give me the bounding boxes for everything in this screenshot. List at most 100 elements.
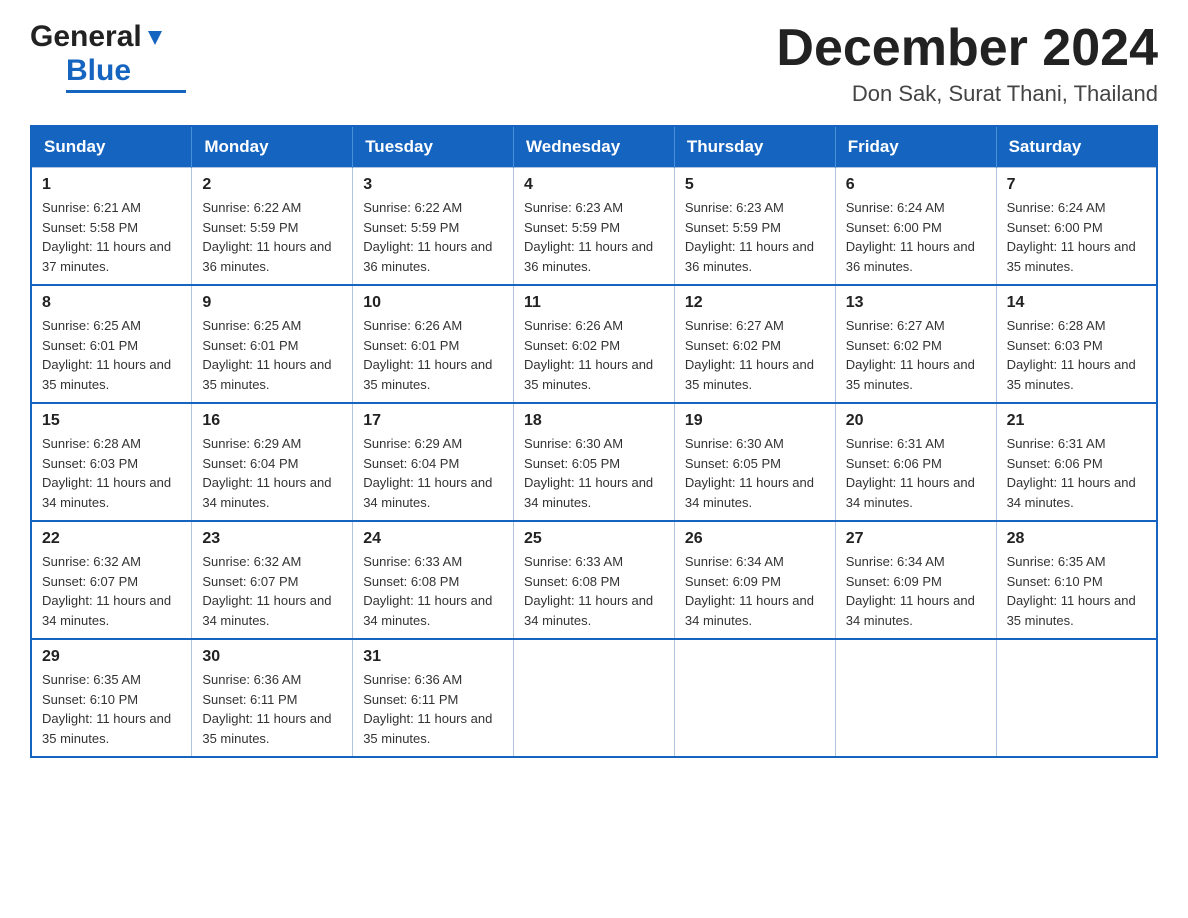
day-info: Sunrise: 6:30 AM Sunset: 6:05 PM Dayligh… bbox=[524, 434, 664, 512]
day-info: Sunrise: 6:29 AM Sunset: 6:04 PM Dayligh… bbox=[202, 434, 342, 512]
calendar-cell: 12 Sunrise: 6:27 AM Sunset: 6:02 PM Dayl… bbox=[674, 285, 835, 403]
day-info: Sunrise: 6:25 AM Sunset: 6:01 PM Dayligh… bbox=[202, 316, 342, 394]
calendar-cell: 24 Sunrise: 6:33 AM Sunset: 6:08 PM Dayl… bbox=[353, 521, 514, 639]
calendar-cell: 11 Sunrise: 6:26 AM Sunset: 6:02 PM Dayl… bbox=[514, 285, 675, 403]
day-number: 11 bbox=[524, 294, 664, 312]
logo-blue-text: Blue bbox=[66, 54, 131, 88]
calendar-cell: 17 Sunrise: 6:29 AM Sunset: 6:04 PM Dayl… bbox=[353, 403, 514, 521]
day-info: Sunrise: 6:22 AM Sunset: 5:59 PM Dayligh… bbox=[202, 198, 342, 276]
calendar-cell: 2 Sunrise: 6:22 AM Sunset: 5:59 PM Dayli… bbox=[192, 168, 353, 286]
day-info: Sunrise: 6:35 AM Sunset: 6:10 PM Dayligh… bbox=[1007, 552, 1146, 630]
day-number: 19 bbox=[685, 412, 825, 430]
header-thursday: Thursday bbox=[674, 126, 835, 168]
header-monday: Monday bbox=[192, 126, 353, 168]
calendar-cell: 3 Sunrise: 6:22 AM Sunset: 5:59 PM Dayli… bbox=[353, 168, 514, 286]
calendar-cell bbox=[514, 639, 675, 757]
day-number: 30 bbox=[202, 648, 342, 666]
day-info: Sunrise: 6:35 AM Sunset: 6:10 PM Dayligh… bbox=[42, 670, 181, 748]
day-number: 7 bbox=[1007, 176, 1146, 194]
calendar-week-row-2: 8 Sunrise: 6:25 AM Sunset: 6:01 PM Dayli… bbox=[31, 285, 1157, 403]
day-info: Sunrise: 6:22 AM Sunset: 5:59 PM Dayligh… bbox=[363, 198, 503, 276]
day-number: 8 bbox=[42, 294, 181, 312]
calendar-cell: 31 Sunrise: 6:36 AM Sunset: 6:11 PM Dayl… bbox=[353, 639, 514, 757]
page-header: General Blue December 2024 Don Sak, Sura… bbox=[30, 20, 1158, 107]
day-number: 4 bbox=[524, 176, 664, 194]
day-info: Sunrise: 6:26 AM Sunset: 6:01 PM Dayligh… bbox=[363, 316, 503, 394]
day-info: Sunrise: 6:34 AM Sunset: 6:09 PM Dayligh… bbox=[846, 552, 986, 630]
day-info: Sunrise: 6:31 AM Sunset: 6:06 PM Dayligh… bbox=[846, 434, 986, 512]
day-number: 18 bbox=[524, 412, 664, 430]
day-number: 15 bbox=[42, 412, 181, 430]
calendar-header-row: Sunday Monday Tuesday Wednesday Thursday… bbox=[31, 126, 1157, 168]
logo-general-text: General bbox=[30, 20, 142, 54]
day-number: 28 bbox=[1007, 530, 1146, 548]
day-number: 26 bbox=[685, 530, 825, 548]
calendar-week-row-5: 29 Sunrise: 6:35 AM Sunset: 6:10 PM Dayl… bbox=[31, 639, 1157, 757]
calendar-cell: 22 Sunrise: 6:32 AM Sunset: 6:07 PM Dayl… bbox=[31, 521, 192, 639]
day-info: Sunrise: 6:36 AM Sunset: 6:11 PM Dayligh… bbox=[202, 670, 342, 748]
day-info: Sunrise: 6:33 AM Sunset: 6:08 PM Dayligh… bbox=[524, 552, 664, 630]
header-saturday: Saturday bbox=[996, 126, 1157, 168]
calendar-cell: 14 Sunrise: 6:28 AM Sunset: 6:03 PM Dayl… bbox=[996, 285, 1157, 403]
calendar-cell: 6 Sunrise: 6:24 AM Sunset: 6:00 PM Dayli… bbox=[835, 168, 996, 286]
day-number: 14 bbox=[1007, 294, 1146, 312]
day-info: Sunrise: 6:28 AM Sunset: 6:03 PM Dayligh… bbox=[42, 434, 181, 512]
calendar-cell bbox=[835, 639, 996, 757]
calendar-cell: 23 Sunrise: 6:32 AM Sunset: 6:07 PM Dayl… bbox=[192, 521, 353, 639]
day-number: 21 bbox=[1007, 412, 1146, 430]
calendar-cell: 20 Sunrise: 6:31 AM Sunset: 6:06 PM Dayl… bbox=[835, 403, 996, 521]
day-info: Sunrise: 6:27 AM Sunset: 6:02 PM Dayligh… bbox=[685, 316, 825, 394]
day-number: 12 bbox=[685, 294, 825, 312]
day-number: 10 bbox=[363, 294, 503, 312]
calendar-cell: 7 Sunrise: 6:24 AM Sunset: 6:00 PM Dayli… bbox=[996, 168, 1157, 286]
calendar-cell: 21 Sunrise: 6:31 AM Sunset: 6:06 PM Dayl… bbox=[996, 403, 1157, 521]
day-number: 1 bbox=[42, 176, 181, 194]
calendar-cell: 19 Sunrise: 6:30 AM Sunset: 6:05 PM Dayl… bbox=[674, 403, 835, 521]
day-number: 25 bbox=[524, 530, 664, 548]
day-number: 24 bbox=[363, 530, 503, 548]
calendar-cell bbox=[674, 639, 835, 757]
calendar-cell: 18 Sunrise: 6:30 AM Sunset: 6:05 PM Dayl… bbox=[514, 403, 675, 521]
calendar-cell: 15 Sunrise: 6:28 AM Sunset: 6:03 PM Dayl… bbox=[31, 403, 192, 521]
day-number: 2 bbox=[202, 176, 342, 194]
day-info: Sunrise: 6:27 AM Sunset: 6:02 PM Dayligh… bbox=[846, 316, 986, 394]
day-info: Sunrise: 6:29 AM Sunset: 6:04 PM Dayligh… bbox=[363, 434, 503, 512]
day-number: 20 bbox=[846, 412, 986, 430]
calendar-cell: 27 Sunrise: 6:34 AM Sunset: 6:09 PM Dayl… bbox=[835, 521, 996, 639]
header-wednesday: Wednesday bbox=[514, 126, 675, 168]
day-number: 16 bbox=[202, 412, 342, 430]
day-info: Sunrise: 6:21 AM Sunset: 5:58 PM Dayligh… bbox=[42, 198, 181, 276]
header-tuesday: Tuesday bbox=[353, 126, 514, 168]
calendar-cell: 13 Sunrise: 6:27 AM Sunset: 6:02 PM Dayl… bbox=[835, 285, 996, 403]
calendar-cell: 10 Sunrise: 6:26 AM Sunset: 6:01 PM Dayl… bbox=[353, 285, 514, 403]
calendar-cell: 8 Sunrise: 6:25 AM Sunset: 6:01 PM Dayli… bbox=[31, 285, 192, 403]
calendar-cell: 4 Sunrise: 6:23 AM Sunset: 5:59 PM Dayli… bbox=[514, 168, 675, 286]
day-info: Sunrise: 6:36 AM Sunset: 6:11 PM Dayligh… bbox=[363, 670, 503, 748]
calendar-cell: 30 Sunrise: 6:36 AM Sunset: 6:11 PM Dayl… bbox=[192, 639, 353, 757]
day-number: 23 bbox=[202, 530, 342, 548]
title-block: December 2024 Don Sak, Surat Thani, Thai… bbox=[776, 20, 1158, 107]
calendar-week-row-3: 15 Sunrise: 6:28 AM Sunset: 6:03 PM Dayl… bbox=[31, 403, 1157, 521]
day-number: 22 bbox=[42, 530, 181, 548]
day-number: 5 bbox=[685, 176, 825, 194]
day-number: 9 bbox=[202, 294, 342, 312]
header-friday: Friday bbox=[835, 126, 996, 168]
day-info: Sunrise: 6:25 AM Sunset: 6:01 PM Dayligh… bbox=[42, 316, 181, 394]
day-info: Sunrise: 6:32 AM Sunset: 6:07 PM Dayligh… bbox=[202, 552, 342, 630]
day-number: 17 bbox=[363, 412, 503, 430]
day-number: 27 bbox=[846, 530, 986, 548]
day-info: Sunrise: 6:23 AM Sunset: 5:59 PM Dayligh… bbox=[685, 198, 825, 276]
calendar-week-row-4: 22 Sunrise: 6:32 AM Sunset: 6:07 PM Dayl… bbox=[31, 521, 1157, 639]
day-info: Sunrise: 6:24 AM Sunset: 6:00 PM Dayligh… bbox=[1007, 198, 1146, 276]
calendar-cell: 9 Sunrise: 6:25 AM Sunset: 6:01 PM Dayli… bbox=[192, 285, 353, 403]
calendar-cell: 26 Sunrise: 6:34 AM Sunset: 6:09 PM Dayl… bbox=[674, 521, 835, 639]
logo: General Blue bbox=[30, 20, 186, 93]
day-number: 6 bbox=[846, 176, 986, 194]
day-info: Sunrise: 6:28 AM Sunset: 6:03 PM Dayligh… bbox=[1007, 316, 1146, 394]
day-info: Sunrise: 6:30 AM Sunset: 6:05 PM Dayligh… bbox=[685, 434, 825, 512]
day-info: Sunrise: 6:24 AM Sunset: 6:00 PM Dayligh… bbox=[846, 198, 986, 276]
calendar-cell bbox=[996, 639, 1157, 757]
header-sunday: Sunday bbox=[31, 126, 192, 168]
calendar-cell: 16 Sunrise: 6:29 AM Sunset: 6:04 PM Dayl… bbox=[192, 403, 353, 521]
calendar-week-row-1: 1 Sunrise: 6:21 AM Sunset: 5:58 PM Dayli… bbox=[31, 168, 1157, 286]
